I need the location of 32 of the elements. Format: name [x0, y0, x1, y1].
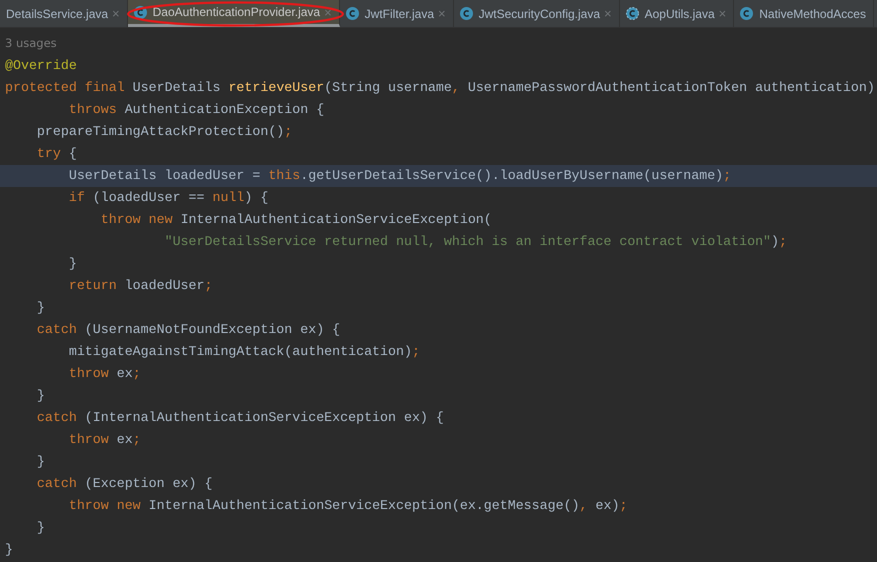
- code-line: return loadedUser;: [68, 277, 214, 295]
- code-line: }: [36, 519, 46, 537]
- editor-tab[interactable]: JwtSecurityConfig.java ×: [454, 0, 620, 27]
- code-line: protected final UserDetails retrieveUser(String username, UsernamePasswordAuthenticationToken authentication): [4, 79, 876, 97]
- code-line: }: [68, 255, 78, 273]
- class-icon: [740, 7, 754, 20]
- class-icon: [346, 7, 359, 20]
- editor-tab[interactable]: NativeMethodAcces: [734, 0, 874, 27]
- editor-tab[interactable]: AopUtils.java ×: [620, 0, 734, 27]
- code-line: }: [4, 541, 14, 559]
- code-line: if (loadedUser == null) {: [68, 189, 270, 207]
- code-line: catch (InternalAuthenticationServiceException ex) {: [36, 409, 445, 427]
- code-line: @Override: [4, 57, 78, 75]
- abstract-class-icon: [626, 7, 639, 20]
- code-line: }: [36, 387, 46, 405]
- code-line: catch (Exception ex) {: [36, 475, 214, 493]
- code-line: }: [36, 453, 46, 471]
- code-line: throw new InternalAuthenticationServiceException(: [100, 211, 493, 229]
- code-line: throw ex;: [68, 365, 142, 383]
- code-line: throw ex;: [68, 431, 142, 449]
- class-icon: [460, 7, 473, 20]
- code-line: throw new InternalAuthenticationServiceException(ex.getMessage(), ex);: [68, 497, 628, 515]
- editor-tab[interactable]: JwtFilter.java ×: [340, 0, 454, 27]
- code-line: throws AuthenticationException {: [68, 101, 326, 119]
- usages-hint[interactable]: 3 usages: [0, 33, 57, 55]
- class-icon: [134, 6, 147, 18]
- code-line: "UserDetailsService returned null, which is an interface contract violation");: [164, 233, 788, 251]
- code-line: }: [36, 299, 46, 317]
- code-line: try {: [36, 145, 78, 163]
- code-line: prepareTimingAttackProtection();: [36, 123, 294, 141]
- code-line: mitigateAgainstTimingAttack(authentication);: [68, 343, 421, 361]
- code-line: catch (UsernameNotFoundException ex) {: [36, 321, 342, 339]
